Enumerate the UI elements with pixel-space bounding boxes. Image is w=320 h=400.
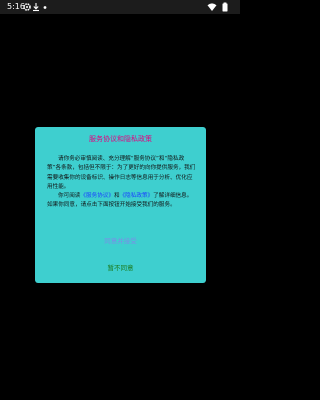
disagree-button[interactable]: 暂不同意 [35,264,206,273]
privacy-policy-link[interactable]: 《隐私政策》 [120,193,154,199]
consent-paragraph-1: 请你务必审慎阅读、充分理解“服务协议”和“隐私政策”各条款，包括但不限于：为了更… [47,156,196,190]
consent-paragraph-2: 你可阅读《服务协议》和《隐私政策》了解详细信息。如果你同意，请点击下面按钮开始接… [47,192,197,211]
status-bar: 5:16 [0,0,240,14]
wifi-icon [207,3,217,11]
battery-icon [222,2,228,12]
service-agreement-link[interactable]: 《服务协议》 [80,193,114,199]
paragraph2-prefix: 你可阅读 [58,193,81,200]
dialog-body: 请你务必审慎阅读、充分理解“服务协议”和“隐私政策”各条款，包括但不限于：为了更… [47,155,197,211]
dialog-title: 服务协议和隐私政策 [89,135,152,143]
privacy-dialog: 服务协议和隐私政策 请你务必审慎阅读、充分理解“服务协议”和“隐私政策”各条款，… [35,127,206,283]
agree-button[interactable]: 同意并接受 [35,237,206,246]
dot-icon [43,6,47,9]
